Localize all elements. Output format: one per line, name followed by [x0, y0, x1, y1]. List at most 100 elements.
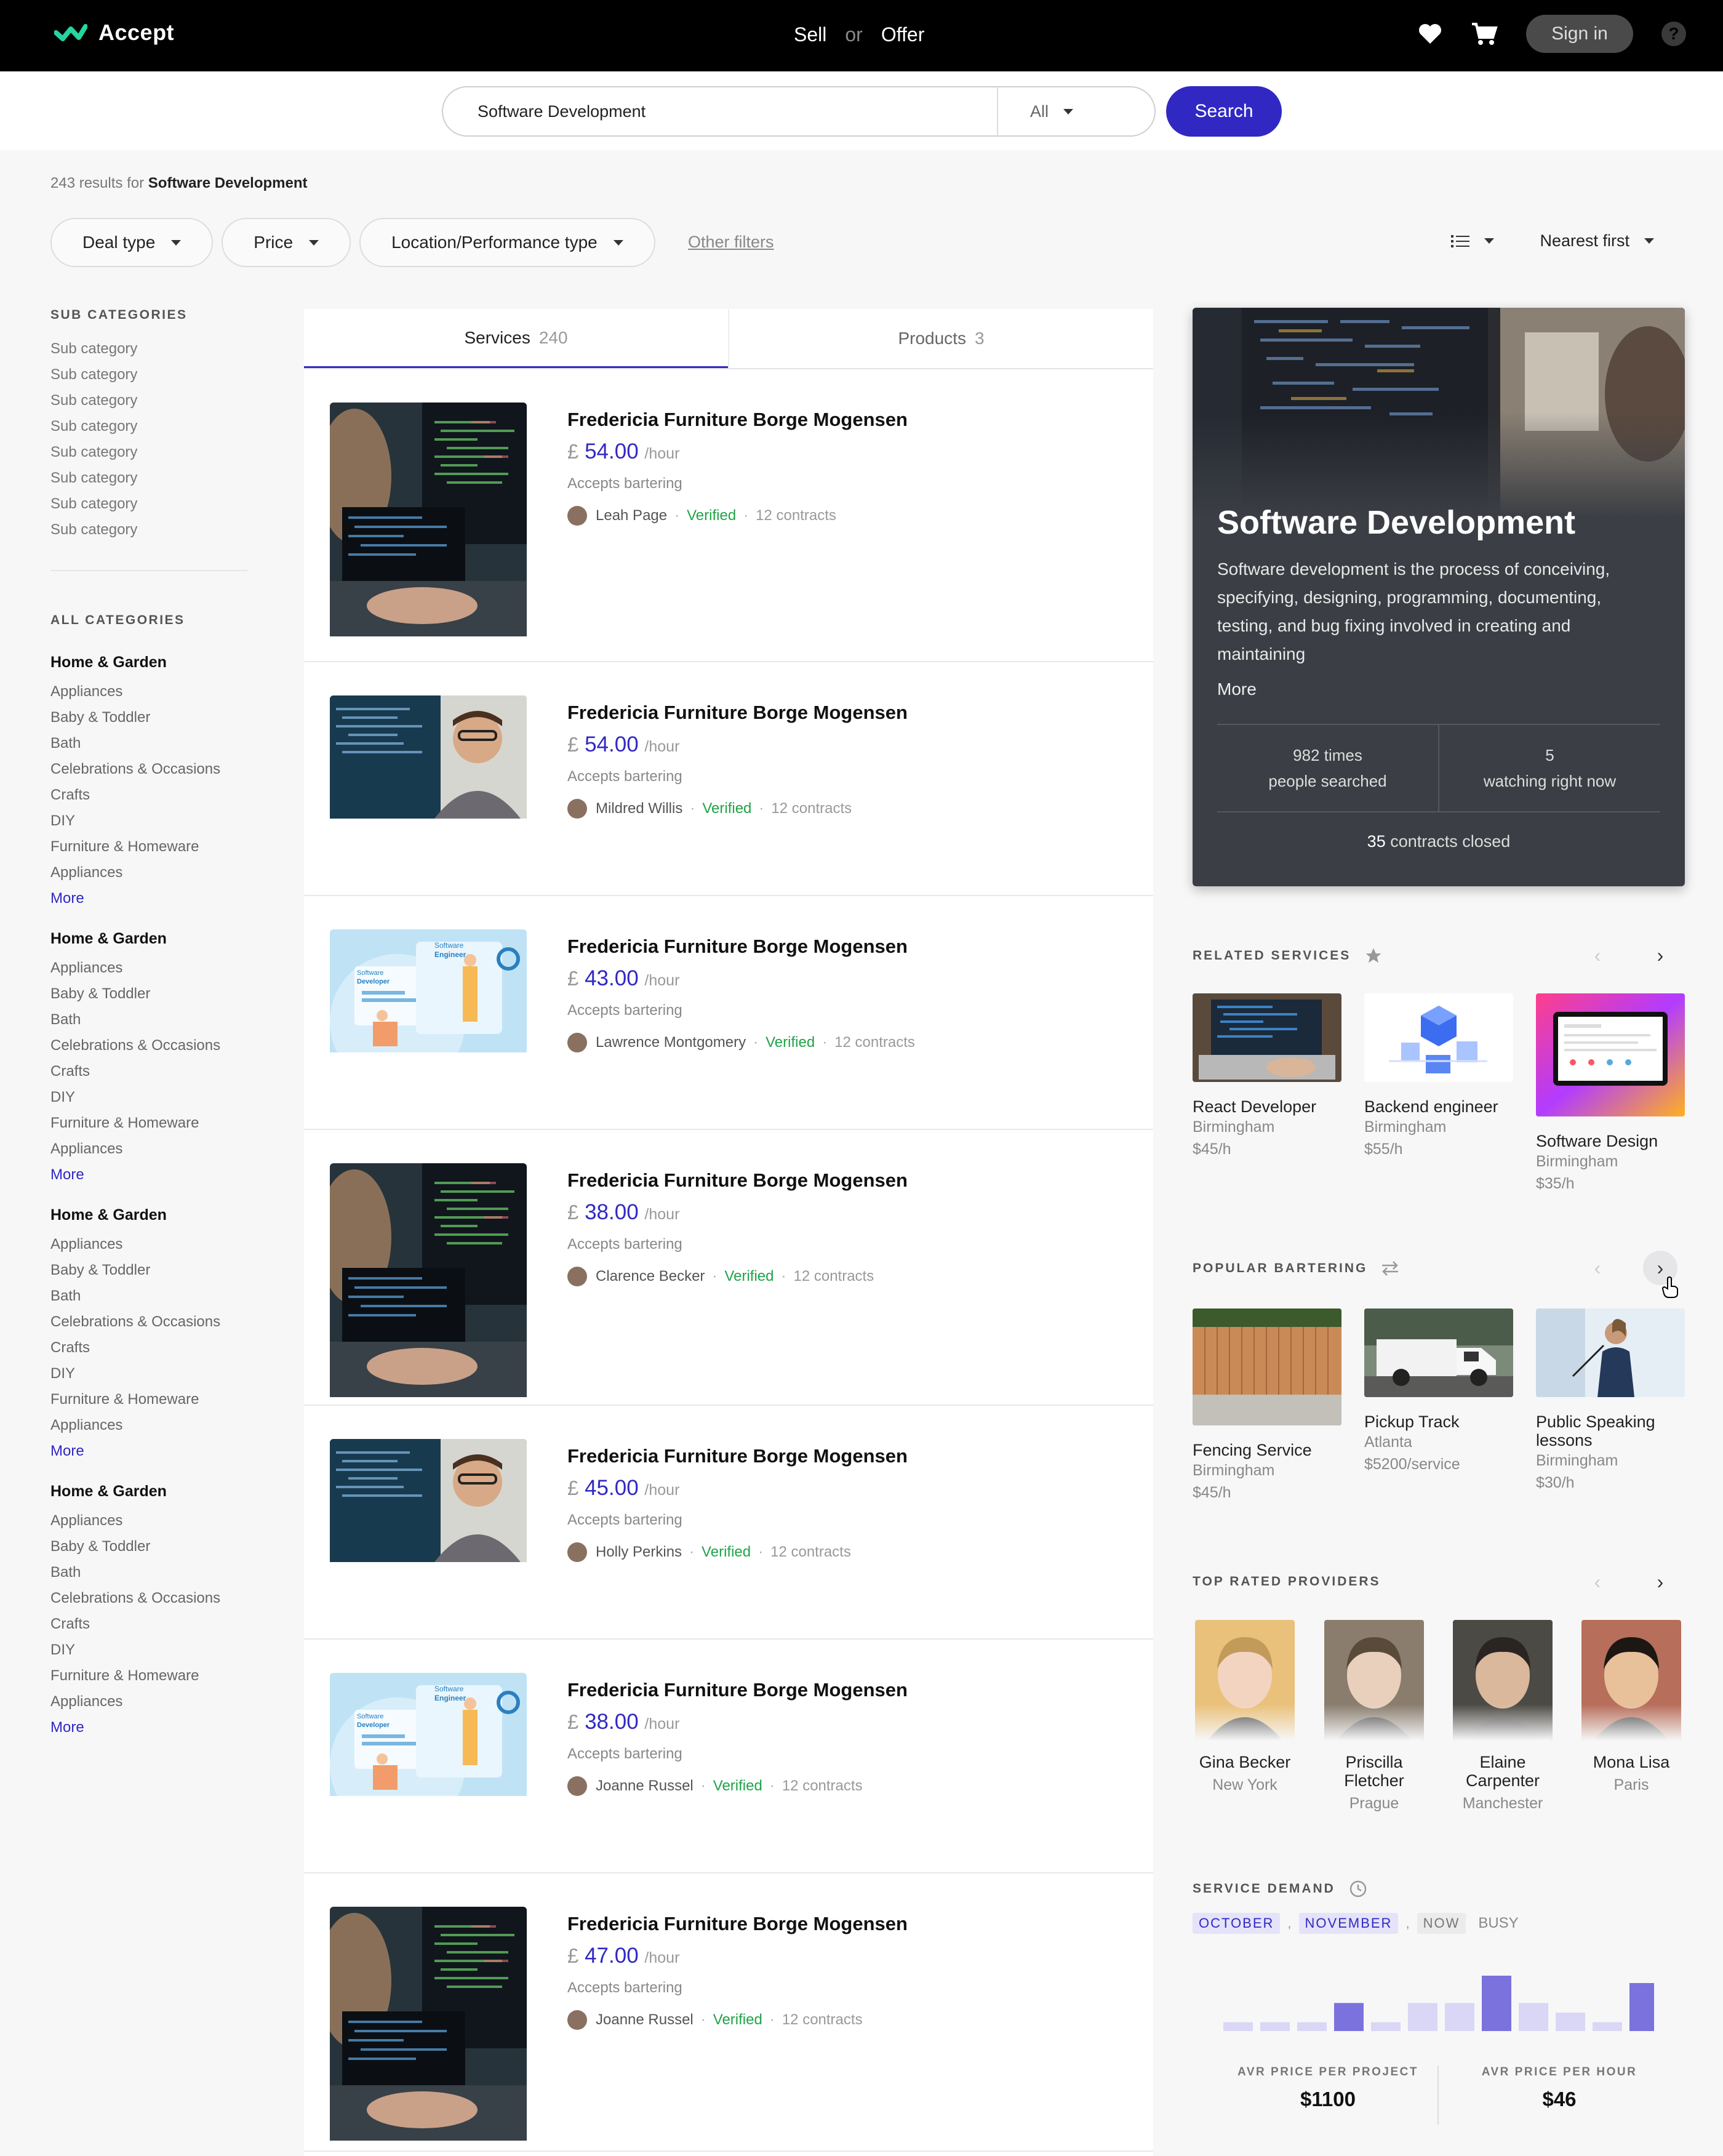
search-button[interactable]: Search [1166, 86, 1282, 137]
hero-more-link[interactable]: More [1217, 679, 1257, 699]
listing-title[interactable]: Fredericia Furniture Borge Mogensen [567, 1444, 937, 1469]
category-link[interactable]: DIY [50, 1637, 247, 1663]
category-link[interactable]: Furniture & Homeware [50, 834, 247, 860]
listing-thumbnail[interactable]: Software Engineer Software Developer [330, 929, 527, 1056]
sell-link[interactable]: Sell [794, 23, 826, 46]
location-filter[interactable]: Location/Performance type [359, 218, 655, 267]
provider-name[interactable]: Holly Perkins [596, 1544, 682, 1561]
next-arrow-icon[interactable]: › [1643, 1565, 1677, 1599]
sub-category-link[interactable]: Sub category [50, 439, 247, 465]
avatar[interactable] [567, 1776, 587, 1796]
sub-category-link[interactable]: Sub category [50, 491, 247, 517]
category-group-title[interactable]: Home & Garden [50, 930, 247, 948]
more-link[interactable]: More [50, 886, 247, 912]
more-link[interactable]: More [50, 1715, 247, 1741]
category-link[interactable]: Appliances [50, 860, 247, 886]
sub-category-link[interactable]: Sub category [50, 414, 247, 439]
avatar[interactable] [567, 799, 587, 819]
provider-name[interactable]: Joanne Russel [596, 2011, 694, 2029]
avatar[interactable] [1324, 1620, 1424, 1741]
more-link[interactable]: More [50, 1162, 247, 1188]
category-link[interactable]: Appliances [50, 955, 247, 981]
category-link[interactable]: Crafts [50, 1335, 247, 1361]
sign-in-button[interactable]: Sign in [1526, 15, 1633, 53]
category-link[interactable]: Bath [50, 1560, 247, 1585]
category-link[interactable]: Appliances [50, 1508, 247, 1534]
listing-thumbnail[interactable] [330, 1439, 527, 1565]
logo[interactable]: Accept [54, 20, 174, 46]
category-link[interactable]: Celebrations & Occasions [50, 1033, 247, 1059]
tab-products[interactable]: Products 3 [728, 309, 1153, 368]
heart-icon[interactable] [1418, 23, 1442, 45]
provider-card[interactable]: Elaine Carpenter Manchester [1450, 1620, 1555, 1813]
listing-title[interactable]: Fredericia Furniture Borge Mogensen [567, 1678, 937, 1702]
offer-link[interactable]: Offer [881, 23, 925, 46]
listing-thumbnail[interactable] [330, 1907, 527, 2144]
listing-title[interactable]: Fredericia Furniture Borge Mogensen [567, 700, 937, 725]
provider-name[interactable]: Joanne Russel [596, 1777, 694, 1795]
category-link[interactable]: Furniture & Homeware [50, 1387, 247, 1413]
other-filters-link[interactable]: Other filters [688, 233, 774, 252]
provider-name[interactable]: Leah Page [596, 507, 667, 524]
listing-title[interactable]: Fredericia Furniture Borge Mogensen [567, 1168, 937, 1193]
category-link[interactable]: Appliances [50, 1136, 247, 1162]
deal-type-filter[interactable]: Deal type [50, 218, 214, 267]
category-select[interactable]: All [997, 87, 1074, 136]
category-link[interactable]: Appliances [50, 1232, 247, 1257]
chevron-down-icon[interactable] [1484, 238, 1495, 244]
category-link[interactable]: Appliances [50, 1689, 247, 1715]
bartering-item[interactable]: Public Speaking lessons Birmingham $30/h [1536, 1308, 1685, 1494]
tag-october[interactable]: OCTOBER [1193, 1913, 1281, 1934]
listing-thumbnail[interactable] [330, 695, 527, 822]
tag-now[interactable]: NOW [1417, 1913, 1466, 1934]
provider-card[interactable]: Priscilla Fletcher Prague [1322, 1620, 1426, 1813]
category-group-title[interactable]: Home & Garden [50, 654, 247, 671]
category-link[interactable]: Bath [50, 1283, 247, 1309]
category-link[interactable]: Furniture & Homeware [50, 1663, 247, 1689]
category-link[interactable]: Furniture & Homeware [50, 1110, 247, 1136]
avatar[interactable] [1581, 1620, 1681, 1741]
listing-title[interactable]: Fredericia Furniture Borge Mogensen [567, 407, 937, 432]
provider-card[interactable]: Gina Becker New York [1193, 1620, 1297, 1794]
sort-select[interactable]: Nearest first [1540, 231, 1629, 250]
listing-title[interactable]: Fredericia Furniture Borge Mogensen [567, 934, 937, 959]
category-link[interactable]: DIY [50, 808, 247, 834]
sub-category-link[interactable]: Sub category [50, 362, 247, 388]
category-link[interactable]: Celebrations & Occasions [50, 1309, 247, 1335]
avatar[interactable] [1195, 1620, 1295, 1741]
listing-card[interactable]: Software Engineer Software Developer Frederi… [304, 1640, 1153, 1873]
sub-category-link[interactable]: Sub category [50, 517, 247, 543]
tag-november[interactable]: NOVEMBER [1298, 1913, 1399, 1934]
prev-arrow-icon[interactable]: ‹ [1580, 1251, 1615, 1285]
search-input[interactable] [443, 102, 997, 121]
related-item[interactable]: Software Design Birmingham $35/h [1536, 993, 1685, 1195]
sub-category-link[interactable]: Sub category [50, 388, 247, 414]
bartering-item[interactable]: Pickup Track Atlanta $5200/service [1364, 1308, 1513, 1475]
category-group-title[interactable]: Home & Garden [50, 1483, 247, 1501]
prev-arrow-icon[interactable]: ‹ [1580, 1565, 1615, 1599]
avatar[interactable] [1453, 1620, 1553, 1741]
category-group-title[interactable]: Home & Garden [50, 1206, 247, 1224]
provider-name[interactable]: Lawrence Montgomery [596, 1034, 746, 1051]
avatar[interactable] [567, 506, 587, 526]
category-link[interactable]: Bath [50, 731, 247, 756]
provider-name[interactable]: Mildred Willis [596, 800, 682, 817]
category-link[interactable]: Crafts [50, 1611, 247, 1637]
category-link[interactable]: Appliances [50, 1413, 247, 1438]
avatar[interactable] [567, 1033, 587, 1052]
listing-thumbnail[interactable] [330, 403, 527, 639]
listing-card[interactable]: Fredericia Furniture Borge Mogensen £ 47.… [304, 1873, 1153, 2152]
category-link[interactable]: Baby & Toddler [50, 705, 247, 731]
sub-category-link[interactable]: Sub category [50, 336, 247, 362]
category-link[interactable]: Celebrations & Occasions [50, 756, 247, 782]
avatar[interactable] [567, 1542, 587, 1562]
provider-name[interactable]: Clarence Becker [596, 1268, 705, 1285]
listing-thumbnail[interactable] [330, 1163, 527, 1400]
chevron-down-icon[interactable] [1644, 238, 1654, 244]
tab-services[interactable]: Services 240 [304, 309, 728, 368]
related-item[interactable]: Backend engineer Birmingham $55/h [1364, 993, 1513, 1160]
listing-thumbnail[interactable]: Software Engineer Software Developer [330, 1673, 527, 1799]
listing-card[interactable]: Fredericia Furniture Borge Mogensen £ 38.… [304, 1130, 1153, 1406]
category-link[interactable]: Appliances [50, 679, 247, 705]
bartering-item[interactable]: Fencing Service Birmingham $45/h [1193, 1308, 1341, 1504]
